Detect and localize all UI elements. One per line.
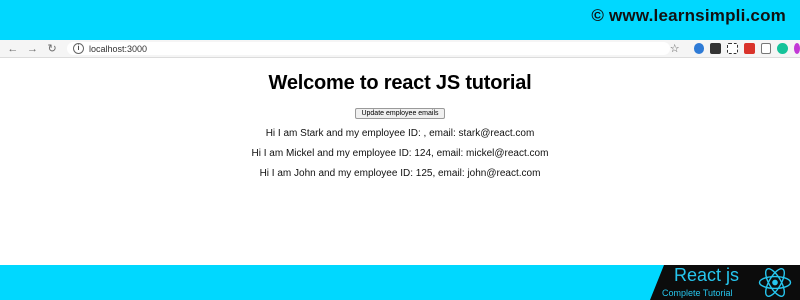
reload-icon[interactable]: ↻ <box>45 42 59 56</box>
extension-icon[interactable] <box>710 43 722 54</box>
react-logo-icon <box>758 268 792 297</box>
extension-icon[interactable] <box>760 43 772 54</box>
employee-line: Hi I am Mickel and my employee ID: 124, … <box>251 148 549 159</box>
extension-icon[interactable] <box>693 43 705 54</box>
browser-toolbar: ← → ↻ i localhost:3000 ☆ <box>0 40 800 58</box>
extension-icon[interactable] <box>794 43 800 54</box>
bookmark-star-icon[interactable]: ☆ <box>670 42 680 55</box>
badge-title: React js <box>674 265 740 285</box>
employee-list: Hi I am Stark and my employee ID: , emai… <box>0 124 800 184</box>
address-bar[interactable]: i localhost:3000 <box>66 42 670 55</box>
update-employee-emails-button[interactable]: Update employee emails <box>355 108 445 119</box>
employee-line: Hi I am Stark and my employee ID: , emai… <box>265 128 535 139</box>
site-watermark: © www.learnsimpli.com <box>591 6 786 25</box>
top-banner: © www.learnsimpli.com <box>0 0 800 40</box>
info-icon[interactable]: i <box>72 43 84 54</box>
back-arrow-icon[interactable]: ← <box>6 42 20 56</box>
badge-subtitle: Complete Tutorial <box>662 288 733 298</box>
page-content: Welcome to react JS tutorial Update empl… <box>0 58 800 265</box>
page-title: Welcome to react JS tutorial <box>268 72 532 94</box>
forward-arrow-icon[interactable]: → <box>26 42 40 56</box>
employee-line: Hi I am John and my employee ID: 125, em… <box>259 168 541 179</box>
screenshot-extension-icon[interactable] <box>727 43 738 54</box>
grammarly-icon[interactable] <box>777 43 789 54</box>
url-text: localhost:3000 <box>88 43 148 54</box>
react-js-badge: React js Complete Tutorial <box>650 265 800 300</box>
extension-icon[interactable] <box>743 43 755 54</box>
